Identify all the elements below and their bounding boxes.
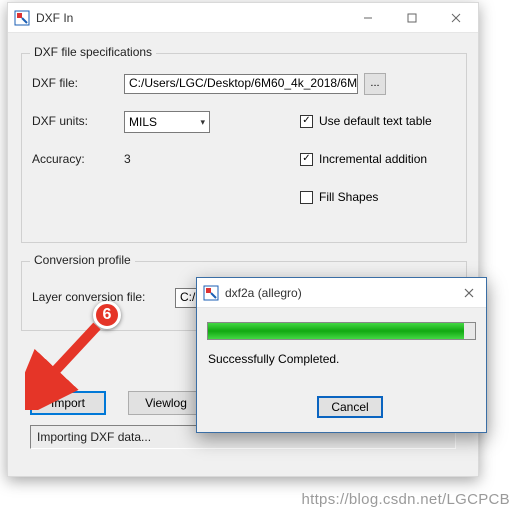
cancel-button-label: Cancel — [331, 400, 368, 414]
annotation-badge: 6 — [93, 301, 121, 329]
dxf-file-label: DXF file: — [32, 76, 78, 90]
cancel-button[interactable]: Cancel — [317, 396, 383, 418]
app-icon — [14, 10, 30, 26]
dxf-units-select[interactable]: MILS ▾ — [124, 111, 210, 133]
group-dxf-spec: DXF file specifications DXF file: C:/Use… — [21, 53, 467, 243]
checkbox-box-icon — [300, 191, 313, 204]
window-title: DXF In — [36, 11, 73, 25]
dxf-units-label: DXF units: — [32, 114, 88, 128]
maximize-button[interactable] — [390, 3, 434, 33]
checkbox-incremental[interactable]: ✓ Incremental addition — [300, 152, 427, 166]
group-conversion-label: Conversion profile — [30, 253, 135, 267]
group-dxf-spec-label: DXF file specifications — [30, 45, 156, 59]
titlebar: DXF In — [8, 3, 478, 33]
minimize-button[interactable] — [346, 3, 390, 33]
app-icon — [203, 285, 219, 301]
viewlog-button[interactable]: Viewlog — [128, 391, 204, 415]
import-button-label: Import — [51, 396, 85, 410]
layer-file-label: Layer conversion file: — [32, 290, 145, 304]
modal-close-button[interactable] — [452, 278, 486, 308]
browse-button[interactable]: ... — [364, 73, 386, 95]
progress-fill — [208, 323, 464, 339]
checkbox-text-table-label: Use default text table — [319, 114, 432, 128]
accuracy-value: 3 — [124, 152, 131, 166]
dxf-units-value: MILS — [129, 115, 157, 129]
modal-title: dxf2a (allegro) — [225, 286, 302, 300]
watermark: https://blog.csdn.net/LGCPCB — [301, 491, 510, 508]
modal-message: Successfully Completed. — [208, 352, 339, 366]
chevron-down-icon: ▾ — [200, 117, 205, 128]
checkbox-text-table[interactable]: ✓ Use default text table — [300, 114, 432, 128]
viewlog-button-label: Viewlog — [145, 396, 187, 410]
progress-dialog: dxf2a (allegro) Successfully Completed. … — [196, 277, 487, 433]
checkbox-fill-label: Fill Shapes — [319, 190, 378, 204]
accuracy-label: Accuracy: — [32, 152, 85, 166]
import-button[interactable]: Import — [30, 391, 106, 415]
close-button[interactable] — [434, 3, 478, 33]
checkbox-fill[interactable]: Fill Shapes — [300, 190, 378, 204]
modal-titlebar: dxf2a (allegro) — [197, 278, 486, 308]
progress-bar — [207, 322, 476, 340]
checkbox-box-icon: ✓ — [300, 115, 313, 128]
checkbox-incremental-label: Incremental addition — [319, 152, 427, 166]
dxf-file-input[interactable]: C:/Users/LGC/Desktop/6M60_4k_2018/6M60_4… — [124, 74, 358, 94]
checkbox-box-icon: ✓ — [300, 153, 313, 166]
